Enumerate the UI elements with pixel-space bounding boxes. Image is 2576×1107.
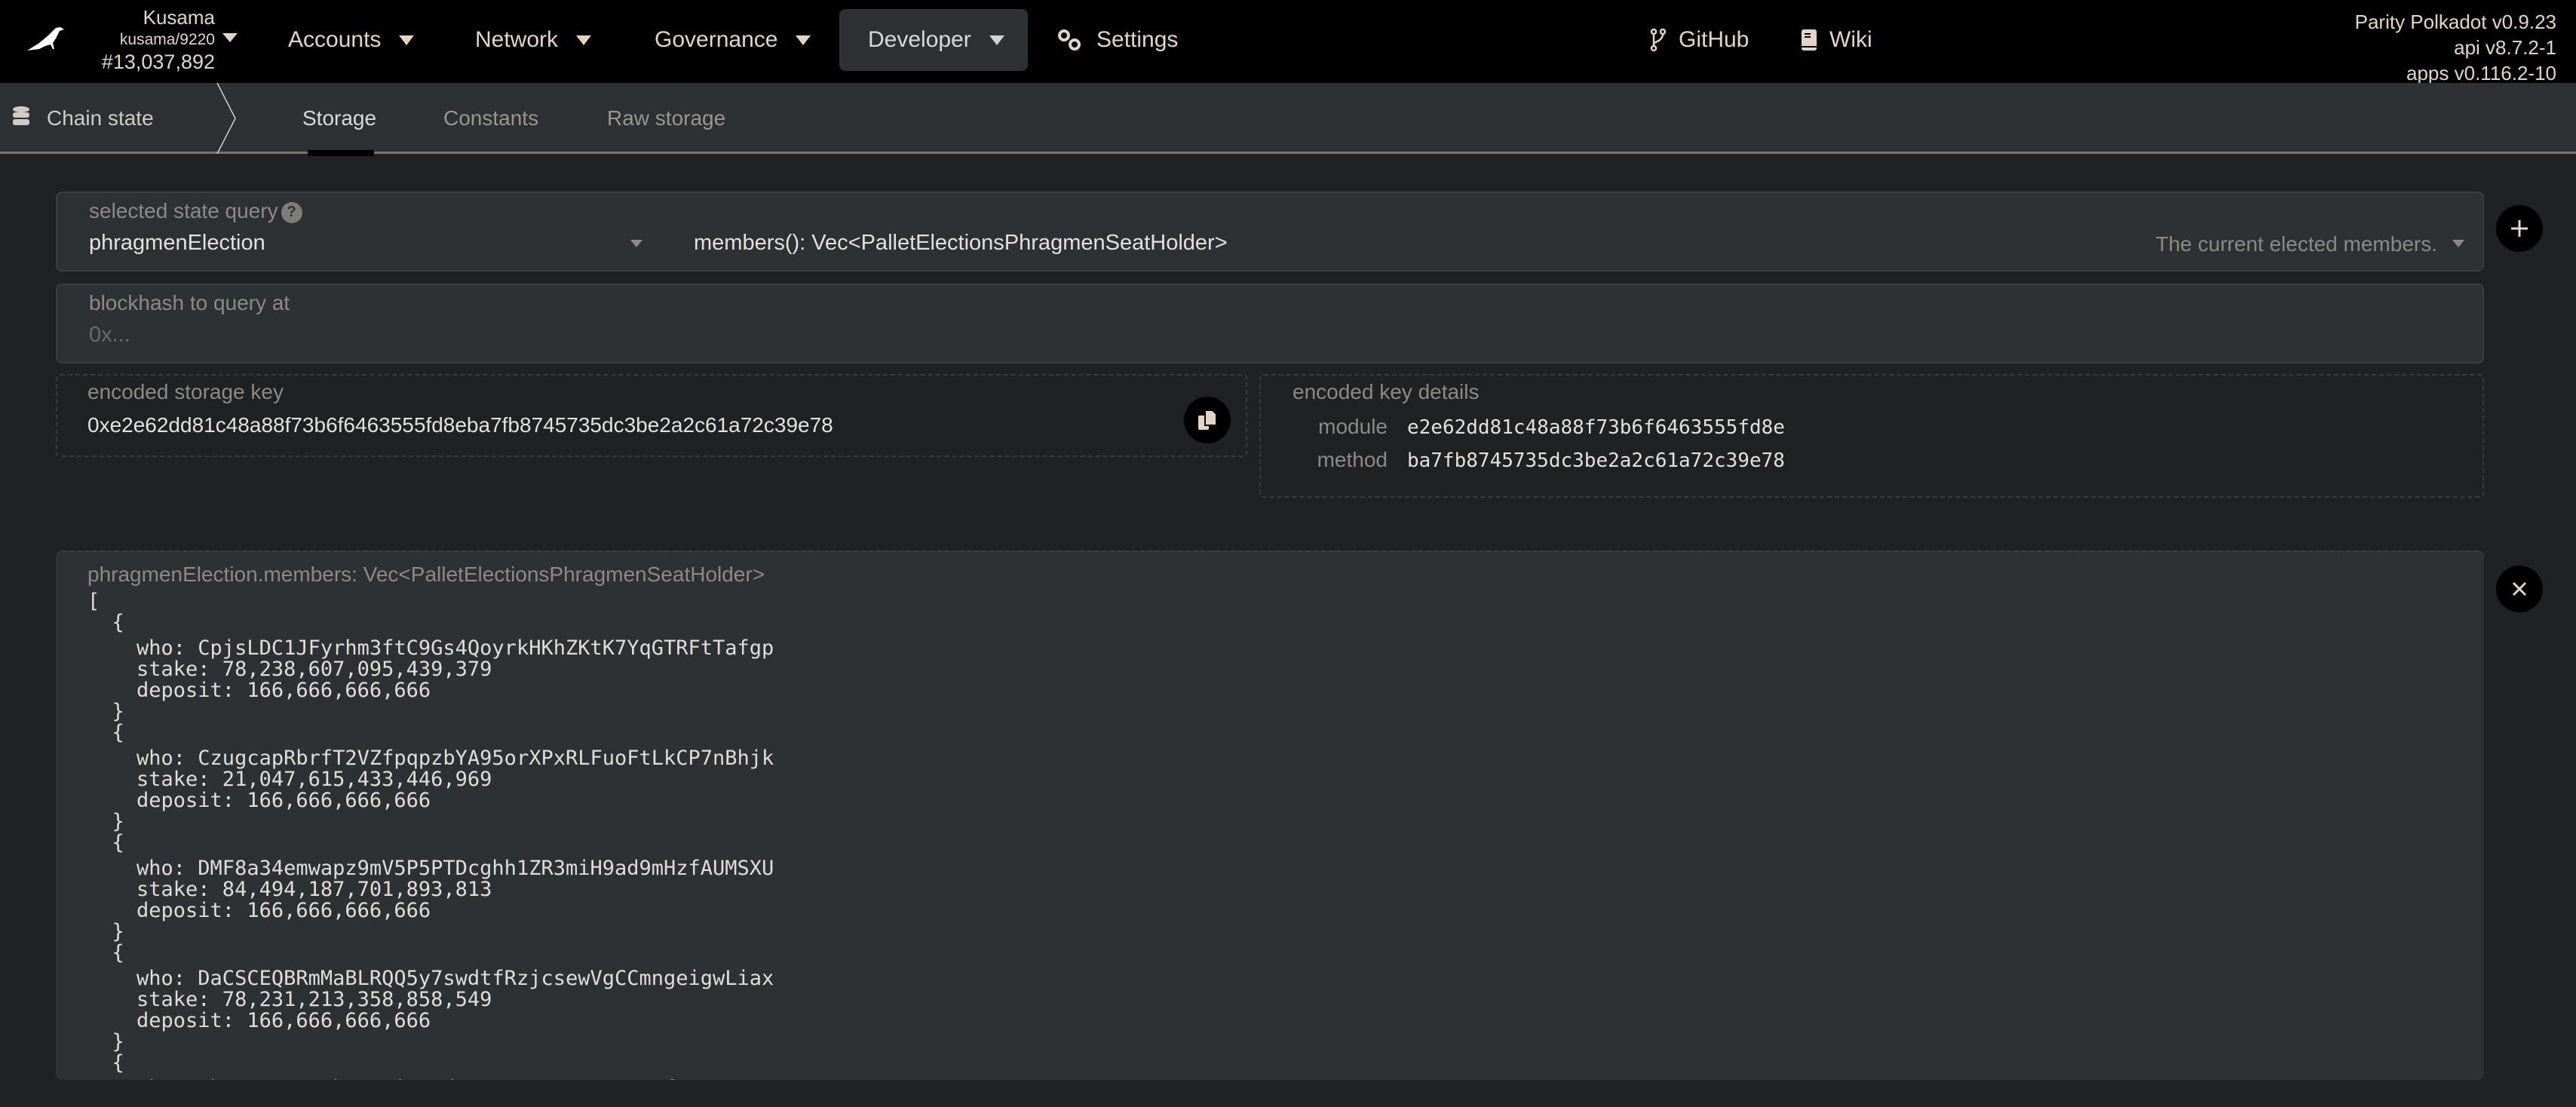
member-deposit: deposit: 166,666,666,666 [87, 789, 431, 812]
state-query-label-text: selected state query [89, 199, 278, 222]
object-close: } [87, 700, 124, 723]
nav-developer[interactable]: Developer [839, 9, 1028, 71]
object-open: { [87, 941, 124, 964]
git-branch-icon [1650, 28, 1667, 52]
encoded-key-panel: encoded storage key 0xe2e62dd81c48a88f73… [56, 374, 1247, 457]
top-navbar: Kusama kusama/9220 #13,037,892 Accounts … [0, 0, 2576, 86]
member-who: who: DaCSCEQBRmMaBLRQQ5y7swdtfRzjcsewVgC… [87, 967, 774, 990]
chevron-down-icon [989, 35, 1004, 45]
method-key-label: method [1317, 448, 1388, 471]
member-stake: stake: 78,238,607,095,439,379 [87, 658, 492, 681]
wiki-label: Wiki [1829, 27, 1872, 52]
module-select[interactable]: phragmenElection [89, 231, 662, 261]
object-open: { [87, 1051, 124, 1075]
nav-settings[interactable]: Settings [1027, 9, 1207, 71]
module-key-label: module [1318, 415, 1388, 438]
object-close: } [87, 810, 124, 833]
kusama-logo[interactable] [14, 8, 77, 71]
state-query-panel: selected state query? phragmenElection m… [56, 192, 2484, 271]
member-who: who: CzugcapRbrfT2VZfpqpzbYA95orXPxRLFuo… [87, 747, 774, 770]
state-query-label: selected state query? [89, 199, 302, 223]
blockhash-panel: blockhash to query at 0x... [56, 284, 2484, 363]
module-key-value: e2e62dd81c48a88f73b6f6463555fd8e [1407, 416, 1785, 439]
block-number: #13,037,892 [101, 51, 215, 73]
nav-accounts-label: Accounts [288, 27, 382, 52]
tab-constants-label: Constants [443, 106, 539, 130]
member-who: who: DMF8a34emwapz9mV5P5PTDcghh1ZR3miH9a… [87, 857, 774, 880]
chain-node: kusama/9220 [119, 31, 215, 48]
sub-navbar: Chain state Storage Constants Raw storag… [0, 83, 2576, 154]
encoded-key-label: encoded storage key [87, 380, 284, 403]
member-who: who: DbF59HrqrrPh9L2Fi4EBd7gn4xFUSXmrE6z… [87, 1078, 774, 1081]
member-stake: stake: 21,047,615,433,446,969 [87, 768, 492, 791]
book-icon [1801, 29, 1817, 51]
member-stake: stake: 84,494,187,701,893,813 [87, 878, 492, 901]
apps-version: apps v0.116.2-10 [2406, 62, 2556, 84]
chevron-down-icon [576, 35, 592, 45]
method-dropdown-caret-icon[interactable] [2452, 240, 2464, 247]
database-icon [12, 106, 30, 132]
blockhash-input[interactable]: 0x... [89, 323, 2449, 353]
breadcrumb-separator [216, 83, 236, 154]
member-deposit: deposit: 166,666,666,666 [87, 1009, 431, 1032]
tab-raw-storage[interactable]: Raw storage [607, 83, 725, 154]
section-chain-state: Chain state [12, 83, 154, 154]
result-title: phragmenElection.members: Vec<PalletElec… [87, 563, 765, 586]
copy-icon [1198, 409, 1217, 430]
method-doc: The current elected members. [2155, 232, 2438, 256]
canary-icon [27, 27, 64, 51]
plus-icon [2511, 220, 2528, 237]
object-close: } [87, 1030, 124, 1053]
encoded-key-value: 0xe2e62dd81c48a88f73b6f6463555fd8eba7fb8… [87, 413, 833, 437]
chain-dropdown-caret-icon[interactable] [222, 33, 238, 42]
tab-storage[interactable]: Storage [302, 83, 376, 154]
key-details-panel: encoded key details module e2e62dd81c48a… [1259, 374, 2484, 498]
nav-network[interactable]: Network [446, 9, 620, 71]
copy-button[interactable] [1184, 397, 1231, 443]
module-dropdown-caret-icon[interactable] [630, 240, 642, 247]
key-details-label: encoded key details [1293, 380, 1480, 403]
version-info: Parity Polkadot v0.9.23 api v8.7.2-1 app… [2355, 9, 2556, 86]
array-open: [ [87, 590, 100, 613]
tab-constants[interactable]: Constants [443, 83, 538, 154]
github-label: GitHub [1679, 27, 1750, 52]
nav-settings-label: Settings [1096, 27, 1179, 52]
module-select-value: phragmenElection [89, 231, 265, 255]
add-query-button[interactable] [2496, 205, 2543, 252]
active-tab-indicator [308, 150, 374, 156]
node-version: Parity Polkadot v0.9.23 [2354, 11, 2556, 33]
nav-accounts[interactable]: Accounts [259, 9, 443, 71]
remove-result-button[interactable] [2496, 566, 2543, 612]
member-deposit: deposit: 166,666,666,666 [87, 899, 431, 922]
chain-selector[interactable]: Kusama kusama/9220 #13,037,892 [75, 8, 215, 72]
tab-storage-label: Storage [302, 106, 377, 130]
api-version: api v8.7.2-1 [2454, 36, 2556, 59]
member-deposit: deposit: 166,666,666,666 [87, 679, 431, 702]
chain-name: Kusama [143, 6, 215, 29]
close-icon [2512, 581, 2527, 596]
object-open: { [87, 611, 124, 634]
query-result-panel: phragmenElection.members: Vec<PalletElec… [56, 550, 2484, 1080]
object-open: { [87, 721, 124, 744]
nav-governance-label: Governance [655, 27, 778, 52]
object-open: { [87, 831, 124, 854]
link-wiki[interactable]: Wiki [1772, 9, 1901, 71]
link-github[interactable]: GitHub [1621, 9, 1777, 71]
gears-icon [1056, 28, 1084, 52]
nav-network-label: Network [475, 27, 559, 52]
section-title: Chain state [47, 106, 154, 130]
object-close: } [87, 920, 124, 943]
method-key-value: ba7fb8745735dc3be2a2c61a72c39e78 [1407, 449, 1785, 472]
method-select-value: members(): Vec<PalletElectionsPhragmenSe… [694, 231, 1228, 255]
help-icon[interactable]: ? [281, 201, 302, 223]
nav-governance[interactable]: Governance [626, 9, 839, 71]
tab-raw-storage-label: Raw storage [607, 106, 726, 130]
result-output: [ { who: CpjsLDC1JFyrhm3ftC9Gs4QoyrkHKhZ… [87, 590, 774, 1081]
member-stake: stake: 78,231,213,358,858,549 [87, 988, 492, 1011]
member-who: who: CpjsLDC1JFyrhm3ftC9Gs4QoyrkHKhZKtK7… [87, 636, 774, 660]
nav-developer-label: Developer [868, 27, 971, 52]
chevron-down-icon [796, 35, 811, 45]
blockhash-label: blockhash to query at [89, 291, 290, 314]
chevron-down-icon [399, 35, 415, 45]
